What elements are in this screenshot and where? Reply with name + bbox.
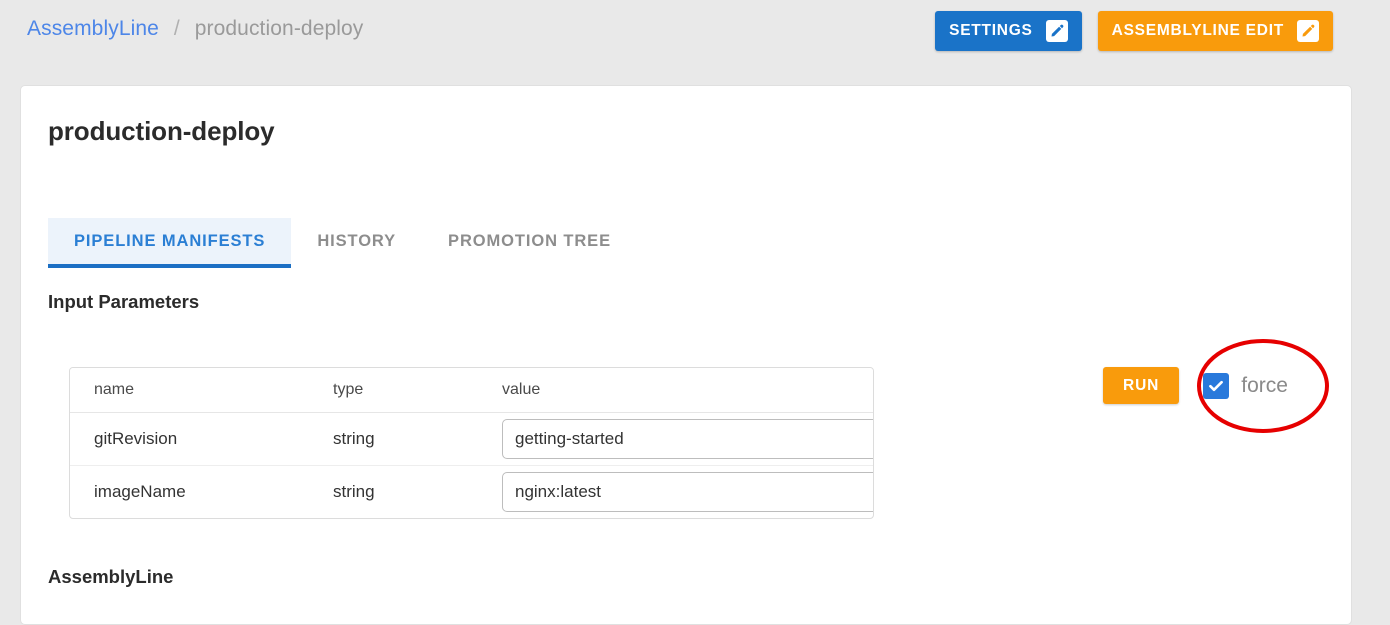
tab-history[interactable]: HISTORY xyxy=(291,218,422,268)
param-value-cell xyxy=(478,466,873,519)
table-header-row: name type value xyxy=(70,368,873,413)
top-bar: AssemblyLine / production-deploy SETTING… xyxy=(0,0,1390,66)
tab-history-label: HISTORY xyxy=(317,231,397,250)
assemblyline-edit-button-label: ASSEMBLYLINE EDIT xyxy=(1111,22,1284,39)
page-title: production-deploy xyxy=(48,116,275,146)
header-button-group: SETTINGS ASSEMBLYLINE EDIT xyxy=(935,11,1333,51)
main-content-card: production-deploy PIPELINE MANIFESTS HIS… xyxy=(20,85,1352,625)
table-row: imageName string xyxy=(70,466,873,519)
input-parameters-heading: Input Parameters xyxy=(48,291,200,312)
breadcrumb-separator: / xyxy=(173,17,180,40)
breadcrumb-current-page: production-deploy xyxy=(194,17,364,40)
pencil-icon xyxy=(1297,20,1319,42)
tab-promotion-tree-label: PROMOTION TREE xyxy=(448,231,611,250)
force-checkbox[interactable] xyxy=(1203,372,1230,399)
pencil-icon xyxy=(1045,20,1068,42)
run-button-label: RUN xyxy=(1123,376,1160,394)
column-header-value: value xyxy=(478,368,873,413)
column-header-type: type xyxy=(309,368,478,413)
settings-button[interactable]: SETTINGS xyxy=(935,11,1082,51)
breadcrumb-link-assemblyline[interactable]: AssemblyLine xyxy=(27,17,159,40)
table-body: gitRevision string imageName string xyxy=(70,412,873,519)
breadcrumb: AssemblyLine / production-deploy xyxy=(27,17,363,41)
input-parameters-table: name type value gitRevision string image… xyxy=(70,368,873,518)
settings-button-label: SETTINGS xyxy=(949,22,1033,39)
assemblyline-heading: AssemblyLine xyxy=(48,566,174,587)
force-checkbox-label[interactable]: force xyxy=(1241,374,1288,398)
tab-bar: PIPELINE MANIFESTS HISTORY PROMOTION TRE… xyxy=(48,218,637,268)
tab-promotion-tree[interactable]: PROMOTION TREE xyxy=(422,218,637,268)
assemblyline-edit-button[interactable]: ASSEMBLYLINE EDIT xyxy=(1097,11,1333,51)
table-head: name type value xyxy=(70,368,873,413)
run-button[interactable]: RUN xyxy=(1103,367,1180,404)
tab-pipeline-manifests-label: PIPELINE MANIFESTS xyxy=(74,231,266,250)
param-name-cell: gitRevision xyxy=(70,412,309,466)
check-icon xyxy=(1209,380,1224,391)
param-name-cell: imageName xyxy=(94,482,186,501)
table-row: gitRevision string xyxy=(70,412,873,466)
param-value-input-imagename[interactable] xyxy=(502,472,873,512)
column-header-name: name xyxy=(70,368,309,413)
input-parameters-table-container: name type value gitRevision string image… xyxy=(69,367,874,519)
force-checkbox-group: force xyxy=(1203,372,1288,399)
param-type-cell: string xyxy=(333,482,375,501)
tab-pipeline-manifests[interactable]: PIPELINE MANIFESTS xyxy=(48,218,292,268)
param-type-cell: string xyxy=(309,412,478,466)
param-value-input-gitrevision[interactable] xyxy=(502,419,873,459)
param-value-cell xyxy=(478,412,873,466)
run-controls: RUN force xyxy=(1103,367,1288,404)
